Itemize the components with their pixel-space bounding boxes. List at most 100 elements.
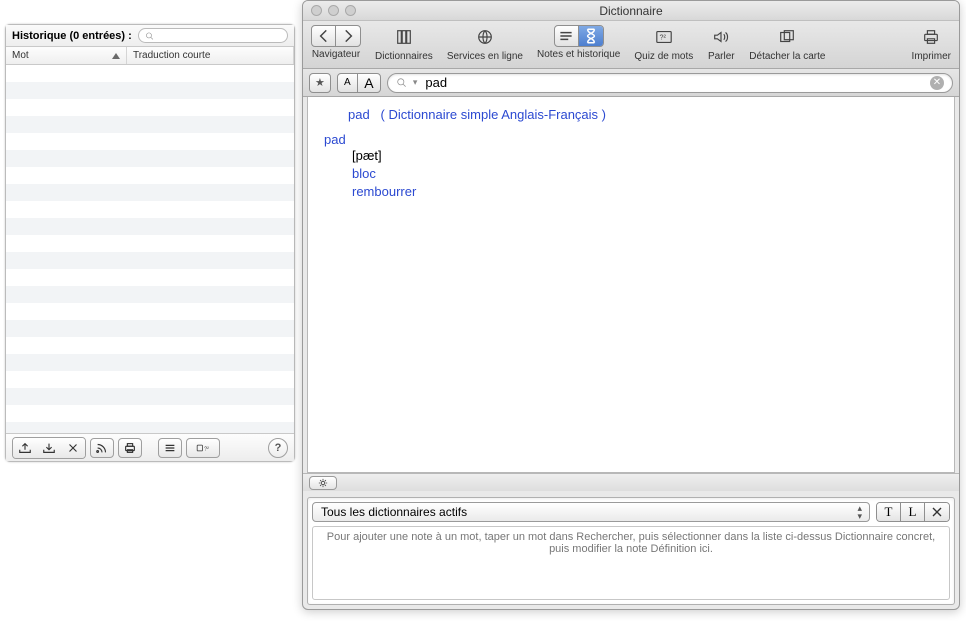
- toolbar-label-detach: Détacher la carte: [749, 51, 825, 62]
- main-search[interactable]: ▾ ✕: [387, 73, 953, 93]
- history-columns-header[interactable]: Mot Traduction courte: [6, 47, 294, 65]
- history-search-input[interactable]: [158, 29, 281, 42]
- rss-icon: [95, 441, 109, 455]
- gear-menu-button[interactable]: [309, 476, 337, 490]
- export-button[interactable]: [13, 438, 37, 458]
- list-row: [6, 303, 294, 320]
- notes-panel: Tous les dictionnaires actifs ▴▾ T L Pou…: [307, 497, 955, 605]
- notes-textarea[interactable]: Pour ajouter une note à un mot, taper un…: [312, 526, 950, 600]
- chevron-left-icon: [315, 27, 333, 45]
- notes-button-cluster: T L: [876, 502, 950, 522]
- rss-button[interactable]: [90, 438, 114, 458]
- list-row: [6, 82, 294, 99]
- printer-icon: [922, 28, 940, 46]
- nav-forward-button[interactable]: [336, 26, 360, 46]
- list-row: [6, 286, 294, 303]
- list-row: [6, 150, 294, 167]
- notes-l-button[interactable]: L: [901, 503, 925, 521]
- toolbar-label-dictionaries: Dictionnaires: [375, 51, 433, 62]
- zoom-window-button[interactable]: [345, 5, 356, 16]
- entry-sense[interactable]: rembourrer: [352, 184, 416, 199]
- window-title: Dictionnaire: [303, 4, 959, 18]
- print-button[interactable]: [917, 25, 945, 49]
- toolbar-label-quiz: Quiz de mots: [634, 51, 693, 62]
- column-word[interactable]: Mot: [6, 47, 127, 64]
- entry-body: pad [pæt] bloc rembourrer: [324, 132, 938, 202]
- list-row: [6, 388, 294, 405]
- font-decrease-button[interactable]: A: [338, 74, 358, 92]
- notes-button[interactable]: [555, 26, 579, 46]
- toolbar-label-print: Imprimer: [912, 51, 951, 62]
- history-title: Historique (0 entrées) :: [12, 30, 132, 42]
- list-icon: [163, 441, 177, 455]
- headword-link[interactable]: pad: [348, 107, 370, 122]
- list-row: [6, 371, 294, 388]
- print-history-button[interactable]: [118, 438, 142, 458]
- sort-ascending-icon: [112, 53, 120, 59]
- minimize-window-button[interactable]: [328, 5, 339, 16]
- delete-button[interactable]: [61, 438, 85, 458]
- dropdown-caret-icon[interactable]: ▾: [413, 77, 418, 88]
- history-search[interactable]: [138, 28, 288, 43]
- list-row: [6, 184, 294, 201]
- notes-t-button[interactable]: T: [877, 503, 901, 521]
- list-row: [6, 235, 294, 252]
- list-row: [6, 116, 294, 133]
- quiz-icon: ?²: [655, 28, 673, 46]
- select-stepper-icon: ▴▾: [857, 504, 861, 520]
- flashcard-button[interactable]: ?²: [186, 438, 220, 458]
- toolbar: Navigateur Dictionnaires Services en lig…: [303, 21, 959, 69]
- search-icon: [396, 77, 407, 88]
- entry-word[interactable]: pad: [324, 132, 346, 147]
- printer-icon: [123, 441, 137, 455]
- list-row: [6, 99, 294, 116]
- x-icon: ✕: [933, 77, 941, 88]
- x-icon: [66, 441, 80, 455]
- import-button[interactable]: [37, 438, 61, 458]
- x-icon: [931, 506, 943, 518]
- notes-header: Tous les dictionnaires actifs ▴▾ T L: [308, 498, 954, 526]
- list-row: [6, 354, 294, 371]
- history-panel: Historique (0 entrées) : Mot Traduction …: [5, 24, 295, 462]
- font-size-segment: A A: [337, 73, 381, 93]
- dictionaries-button[interactable]: [390, 25, 418, 49]
- close-window-button[interactable]: [311, 5, 322, 16]
- font-increase-button[interactable]: A: [358, 74, 380, 92]
- list-row: [6, 337, 294, 354]
- list-row: [6, 133, 294, 150]
- books-icon: [395, 28, 413, 46]
- source-link[interactable]: ( Dictionnaire simple Anglais-Français ): [381, 107, 606, 122]
- history-button[interactable]: [579, 26, 603, 46]
- column-translation[interactable]: Traduction courte: [127, 47, 294, 64]
- speak-button[interactable]: [707, 25, 735, 49]
- content-footer: [303, 473, 959, 491]
- entry-sense[interactable]: bloc: [352, 166, 376, 181]
- toolbar-label-notes-history: Notes et historique: [537, 49, 620, 60]
- list-row: [6, 218, 294, 235]
- toolbar-label-speak: Parler: [708, 51, 735, 62]
- online-services-button[interactable]: [471, 25, 499, 49]
- titlebar[interactable]: Dictionnaire: [303, 1, 959, 21]
- list-row: [6, 167, 294, 184]
- clear-search-button[interactable]: ✕: [930, 76, 944, 90]
- history-export-cluster: [12, 437, 86, 459]
- window-controls[interactable]: [311, 5, 356, 16]
- svg-text:?²: ?²: [204, 446, 209, 452]
- question-icon: ?: [275, 442, 282, 454]
- notes-dictionary-select[interactable]: Tous les dictionnaires actifs ▴▾: [312, 502, 870, 522]
- list-view-button[interactable]: [158, 438, 182, 458]
- list-row: [6, 201, 294, 218]
- definition-pane[interactable]: pad ( Dictionnaire simple Anglais-França…: [307, 97, 955, 473]
- quiz-button[interactable]: ?²: [650, 25, 678, 49]
- help-button[interactable]: ?: [268, 438, 288, 458]
- tray-up-icon: [18, 441, 32, 455]
- nav-back-button[interactable]: [312, 26, 336, 46]
- notes-close-button[interactable]: [925, 503, 949, 521]
- star-favorite-button[interactable]: ★: [309, 73, 331, 93]
- toolbar-label-navigator: Navigateur: [312, 49, 360, 60]
- search-input[interactable]: [423, 74, 924, 91]
- detach-button[interactable]: [773, 25, 801, 49]
- list-row: [6, 422, 294, 433]
- speaker-icon: [712, 28, 730, 46]
- search-icon: [145, 31, 154, 41]
